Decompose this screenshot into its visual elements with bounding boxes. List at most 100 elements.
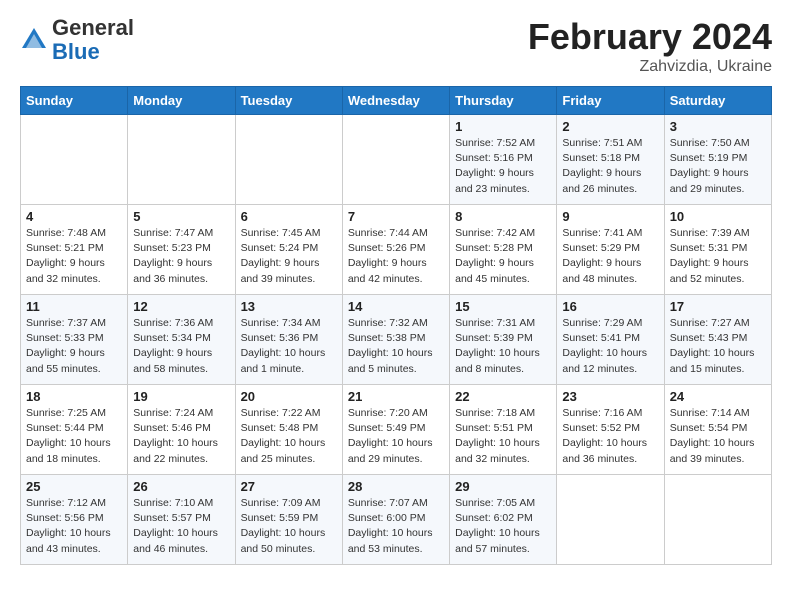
- calendar-title: February 2024: [528, 16, 772, 58]
- day-info: Sunrise: 7:44 AMSunset: 5:26 PMDaylight:…: [348, 226, 444, 287]
- day-number: 14: [348, 299, 444, 314]
- day-number: 3: [670, 119, 766, 134]
- calendar-cell: [128, 115, 235, 205]
- calendar-cell: 14 Sunrise: 7:32 AMSunset: 5:38 PMDayligh…: [342, 295, 449, 385]
- calendar-cell: 8 Sunrise: 7:42 AMSunset: 5:28 PMDaylight…: [450, 205, 557, 295]
- calendar-cell: 23 Sunrise: 7:16 AMSunset: 5:52 PMDayligh…: [557, 385, 664, 475]
- day-info: Sunrise: 7:12 AMSunset: 5:56 PMDaylight:…: [26, 496, 122, 557]
- day-number: 5: [133, 209, 229, 224]
- weekday-header-saturday: Saturday: [664, 87, 771, 115]
- day-number: 20: [241, 389, 337, 404]
- calendar-cell: 26Sunrise: 7:10 AMSunset: 5:57 PMDayligh…: [128, 475, 235, 565]
- calendar-week-row: 4Sunrise: 7:48 AMSunset: 5:21 PMDaylight…: [21, 205, 772, 295]
- header: General Blue February 2024 Zahvizdia, Uk…: [20, 16, 772, 76]
- weekday-header-thursday: Thursday: [450, 87, 557, 115]
- weekday-header-friday: Friday: [557, 87, 664, 115]
- calendar-week-row: 25 Sunrise: 7:12 AMSunset: 5:56 PMDayligh…: [21, 475, 772, 565]
- day-number: 10: [670, 209, 766, 224]
- day-number: 18: [26, 389, 122, 404]
- day-number: 19: [133, 389, 229, 404]
- calendar-cell: 15 Sunrise: 7:31 AMSunset: 5:39 PMDayligh…: [450, 295, 557, 385]
- calendar-cell: 28 Sunrise: 7:07 AMSunset: 6:00 PMDayligh…: [342, 475, 449, 565]
- calendar-cell: 6 Sunrise: 7:45 AMSunset: 5:24 PMDaylight…: [235, 205, 342, 295]
- calendar-week-row: 1Sunrise: 7:52 AMSunset: 5:16 PMDaylight…: [21, 115, 772, 205]
- day-number: 15: [455, 299, 551, 314]
- day-info: Sunrise: 7:07 AMSunset: 6:00 PMDaylight:…: [348, 496, 444, 557]
- calendar-cell: 9 Sunrise: 7:41 AMSunset: 5:29 PMDaylight…: [557, 205, 664, 295]
- calendar-cell: [21, 115, 128, 205]
- calendar-cell: 17Sunrise: 7:27 AMSunset: 5:43 PMDayligh…: [664, 295, 771, 385]
- day-info: Sunrise: 7:39 AMSunset: 5:31 PMDaylight:…: [670, 226, 766, 287]
- day-info: Sunrise: 7:52 AMSunset: 5:16 PMDaylight:…: [455, 136, 551, 197]
- calendar-cell: 24 Sunrise: 7:14 AMSunset: 5:54 PMDayligh…: [664, 385, 771, 475]
- day-number: 11: [26, 299, 122, 314]
- day-info: Sunrise: 7:31 AMSunset: 5:39 PMDaylight:…: [455, 316, 551, 377]
- calendar-cell: 12 Sunrise: 7:36 AMSunset: 5:34 PMDayligh…: [128, 295, 235, 385]
- day-info: Sunrise: 7:47 AMSunset: 5:23 PMDaylight:…: [133, 226, 229, 287]
- calendar-subtitle: Zahvizdia, Ukraine: [528, 58, 772, 76]
- calendar-cell: 1Sunrise: 7:52 AMSunset: 5:16 PMDaylight…: [450, 115, 557, 205]
- title-section: February 2024 Zahvizdia, Ukraine: [528, 16, 772, 76]
- weekday-header-row: SundayMondayTuesdayWednesdayThursdayFrid…: [21, 87, 772, 115]
- calendar-cell: 11 Sunrise: 7:37 AMSunset: 5:33 PMDayligh…: [21, 295, 128, 385]
- day-number: 25: [26, 479, 122, 494]
- calendar-cell: [235, 115, 342, 205]
- calendar-cell: 5 Sunrise: 7:47 AMSunset: 5:23 PMDaylight…: [128, 205, 235, 295]
- calendar-cell: 25 Sunrise: 7:12 AMSunset: 5:56 PMDayligh…: [21, 475, 128, 565]
- day-number: 29: [455, 479, 551, 494]
- calendar-week-row: 18Sunrise: 7:25 AMSunset: 5:44 PMDayligh…: [21, 385, 772, 475]
- day-number: 12: [133, 299, 229, 314]
- logo-text: General Blue: [52, 16, 134, 64]
- day-info: Sunrise: 7:14 AMSunset: 5:54 PMDaylight:…: [670, 406, 766, 467]
- calendar-cell: 22 Sunrise: 7:18 AMSunset: 5:51 PMDayligh…: [450, 385, 557, 475]
- calendar-cell: 20 Sunrise: 7:22 AMSunset: 5:48 PMDayligh…: [235, 385, 342, 475]
- calendar-cell: 19Sunrise: 7:24 AMSunset: 5:46 PMDayligh…: [128, 385, 235, 475]
- day-info: Sunrise: 7:20 AMSunset: 5:49 PMDaylight:…: [348, 406, 444, 467]
- calendar-cell: 4Sunrise: 7:48 AMSunset: 5:21 PMDaylight…: [21, 205, 128, 295]
- day-info: Sunrise: 7:29 AMSunset: 5:41 PMDaylight:…: [562, 316, 658, 377]
- calendar-cell: 29Sunrise: 7:05 AMSunset: 6:02 PMDayligh…: [450, 475, 557, 565]
- day-number: 22: [455, 389, 551, 404]
- calendar-cell: 3 Sunrise: 7:50 AMSunset: 5:19 PMDaylight…: [664, 115, 771, 205]
- logo-icon: [20, 26, 48, 54]
- weekday-header-wednesday: Wednesday: [342, 87, 449, 115]
- day-number: 26: [133, 479, 229, 494]
- day-number: 28: [348, 479, 444, 494]
- day-info: Sunrise: 7:48 AMSunset: 5:21 PMDaylight:…: [26, 226, 122, 287]
- day-info: Sunrise: 7:18 AMSunset: 5:51 PMDaylight:…: [455, 406, 551, 467]
- day-info: Sunrise: 7:45 AMSunset: 5:24 PMDaylight:…: [241, 226, 337, 287]
- day-number: 8: [455, 209, 551, 224]
- day-info: Sunrise: 7:41 AMSunset: 5:29 PMDaylight:…: [562, 226, 658, 287]
- calendar-cell: 10 Sunrise: 7:39 AMSunset: 5:31 PMDayligh…: [664, 205, 771, 295]
- day-info: Sunrise: 7:50 AMSunset: 5:19 PMDaylight:…: [670, 136, 766, 197]
- day-number: 6: [241, 209, 337, 224]
- weekday-header-tuesday: Tuesday: [235, 87, 342, 115]
- day-number: 9: [562, 209, 658, 224]
- calendar-table: SundayMondayTuesdayWednesdayThursdayFrid…: [20, 86, 772, 565]
- calendar-cell: 2 Sunrise: 7:51 AMSunset: 5:18 PMDaylight…: [557, 115, 664, 205]
- day-number: 23: [562, 389, 658, 404]
- day-info: Sunrise: 7:32 AMSunset: 5:38 PMDaylight:…: [348, 316, 444, 377]
- weekday-header-monday: Monday: [128, 87, 235, 115]
- day-info: Sunrise: 7:36 AMSunset: 5:34 PMDaylight:…: [133, 316, 229, 377]
- calendar-cell: [557, 475, 664, 565]
- calendar-cell: 27Sunrise: 7:09 AMSunset: 5:59 PMDayligh…: [235, 475, 342, 565]
- day-info: Sunrise: 7:22 AMSunset: 5:48 PMDaylight:…: [241, 406, 337, 467]
- day-number: 27: [241, 479, 337, 494]
- day-info: Sunrise: 7:16 AMSunset: 5:52 PMDaylight:…: [562, 406, 658, 467]
- calendar-cell: [664, 475, 771, 565]
- calendar-week-row: 11 Sunrise: 7:37 AMSunset: 5:33 PMDayligh…: [21, 295, 772, 385]
- calendar-cell: 16 Sunrise: 7:29 AMSunset: 5:41 PMDayligh…: [557, 295, 664, 385]
- day-number: 13: [241, 299, 337, 314]
- day-number: 21: [348, 389, 444, 404]
- calendar-cell: [342, 115, 449, 205]
- day-info: Sunrise: 7:27 AMSunset: 5:43 PMDaylight:…: [670, 316, 766, 377]
- day-info: Sunrise: 7:51 AMSunset: 5:18 PMDaylight:…: [562, 136, 658, 197]
- day-info: Sunrise: 7:42 AMSunset: 5:28 PMDaylight:…: [455, 226, 551, 287]
- calendar-cell: 13Sunrise: 7:34 AMSunset: 5:36 PMDayligh…: [235, 295, 342, 385]
- day-number: 24: [670, 389, 766, 404]
- day-number: 16: [562, 299, 658, 314]
- day-number: 7: [348, 209, 444, 224]
- day-info: Sunrise: 7:37 AMSunset: 5:33 PMDaylight:…: [26, 316, 122, 377]
- day-number: 2: [562, 119, 658, 134]
